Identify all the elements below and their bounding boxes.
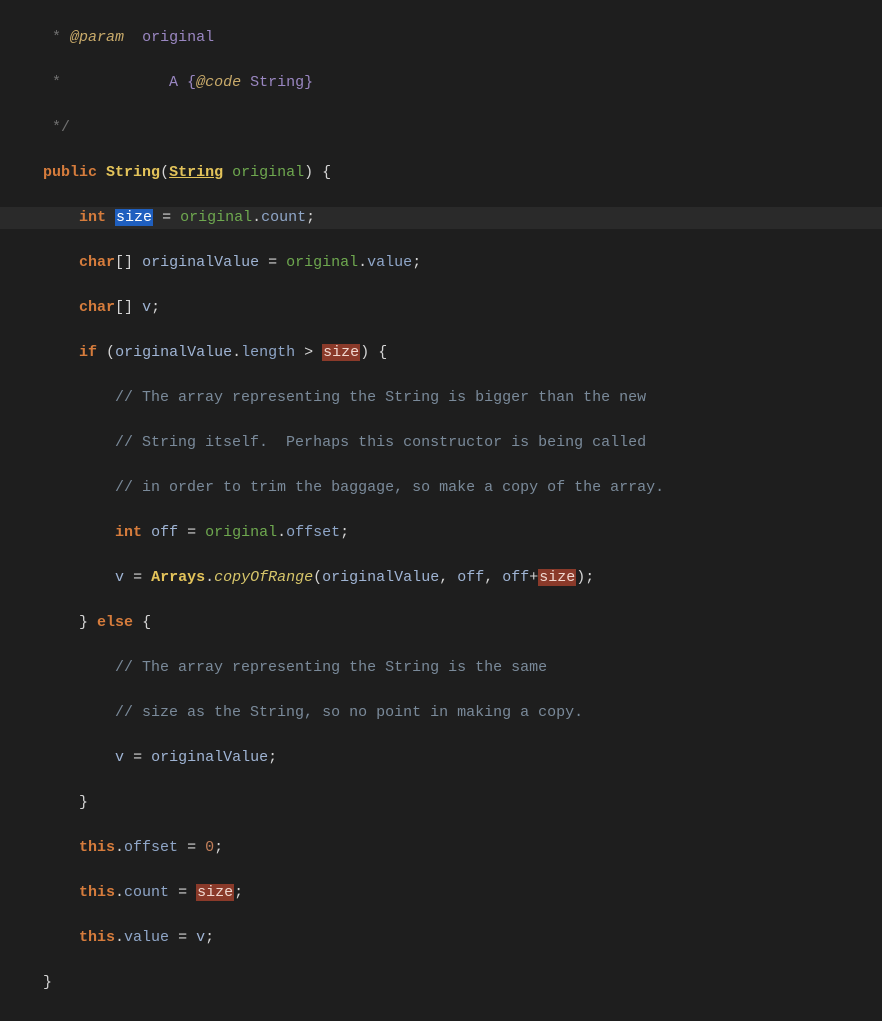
code-line[interactable]: public String(String original) { (0, 162, 882, 185)
type-string-link[interactable]: String (169, 164, 223, 181)
code-line[interactable]: if (originalValue.length > size) { (0, 342, 882, 365)
doc-desc: A { (169, 74, 196, 91)
code-line[interactable]: */ (0, 117, 882, 140)
code-line[interactable]: this.offset = 0; (0, 837, 882, 860)
code-line[interactable]: // The array representing the String is … (0, 657, 882, 680)
field-value: value (367, 254, 412, 271)
occurrence-highlight: size (196, 884, 234, 901)
code-line[interactable]: } (0, 792, 882, 815)
doc-code-tag: @code (196, 74, 241, 91)
code-line[interactable]: this.value = v; (0, 927, 882, 950)
field-count: count (261, 209, 306, 226)
code-line[interactable]: } else { (0, 612, 882, 635)
occurrence-highlight: size (322, 344, 360, 361)
code-line[interactable]: char[] originalValue = original.value; (0, 252, 882, 275)
keyword-int: int (79, 209, 106, 226)
code-editor[interactable]: * @param original * A {@code String} */ … (0, 0, 882, 1021)
code-line[interactable]: } (0, 972, 882, 995)
comment-line: // size as the String, so no point in ma… (115, 704, 583, 721)
keyword-public: public (43, 164, 97, 181)
code-line[interactable]: * A {@code String} (0, 72, 882, 95)
method-copyofrange: copyOfRange (214, 569, 313, 586)
code-line-current[interactable]: int size = original.count; (0, 207, 882, 230)
field-length: length (241, 344, 295, 361)
keyword-else: else (97, 614, 133, 631)
code-line[interactable]: * @param original (0, 27, 882, 50)
keyword-char: char (79, 254, 115, 271)
code-line[interactable]: v = Arrays.copyOfRange(originalValue, of… (0, 567, 882, 590)
keyword-if: if (79, 344, 97, 361)
code-line[interactable]: char[] v; (0, 297, 882, 320)
selection[interactable]: size (115, 209, 153, 226)
occurrence-highlight: size (538, 569, 576, 586)
code-line[interactable]: int off = original.offset; (0, 522, 882, 545)
comment-line: // The array representing the String is … (115, 389, 646, 406)
code-line[interactable]: // in order to trim the baggage, so make… (0, 477, 882, 500)
type-string: String (106, 164, 160, 181)
field-offset: offset (286, 524, 340, 541)
comment-line: // String itself. Perhaps this construct… (115, 434, 646, 451)
class-arrays: Arrays (151, 569, 205, 586)
keyword-this: this (79, 839, 115, 856)
doc-close: */ (52, 119, 70, 136)
code-line[interactable]: // The array representing the String is … (0, 387, 882, 410)
code-line[interactable]: // String itself. Perhaps this construct… (0, 432, 882, 455)
number-literal: 0 (205, 839, 214, 856)
comment-text: * (52, 29, 70, 46)
comment-line: // in order to trim the baggage, so make… (115, 479, 664, 496)
code-line[interactable]: this.count = size; (0, 882, 882, 905)
param-original: original (232, 164, 304, 181)
comment-line: // The array representing the String is … (115, 659, 547, 676)
doc-param-name: original (142, 29, 214, 46)
code-line[interactable]: v = originalValue; (0, 747, 882, 770)
doc-tag: @param (70, 29, 124, 46)
code-line[interactable]: // size as the String, so no point in ma… (0, 702, 882, 725)
